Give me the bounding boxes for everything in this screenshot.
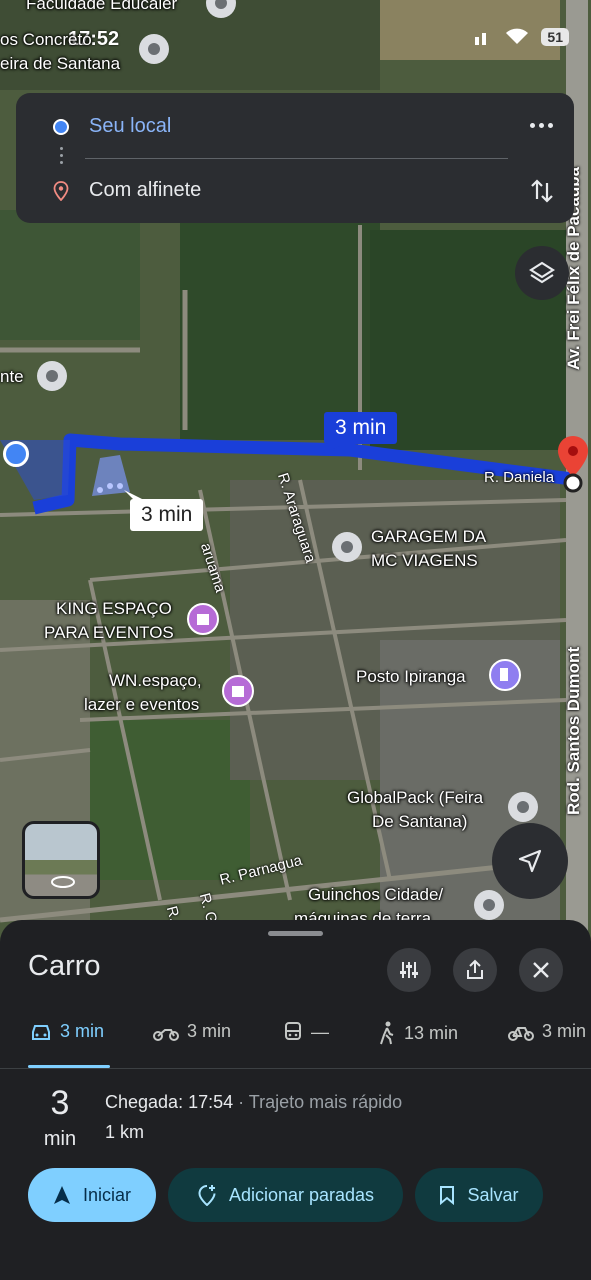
start-label: Iniciar: [82, 1184, 131, 1205]
tab-label: 13 min: [404, 1022, 459, 1043]
origin-field[interactable]: Seu local: [89, 115, 171, 138]
swap-vertical-icon: [531, 179, 553, 203]
place-label[interactable]: MC VIAGENS: [371, 551, 478, 570]
place-label[interactable]: Guinchos Cidade/: [308, 885, 443, 904]
route-distance: 1 km: [105, 1122, 145, 1142]
save-button[interactable]: Salvar: [415, 1168, 543, 1222]
route-connector-dots: [60, 147, 63, 164]
wifi-icon: [506, 28, 529, 44]
directions-sheet: Carro 3 min 3 min — 13 min 3 min 3 min C…: [0, 920, 591, 1280]
destination-pin-outline-icon: [53, 180, 69, 201]
place-label[interactable]: eira de Santana: [0, 54, 120, 73]
share-icon: [467, 959, 483, 979]
place-label[interactable]: Faculdade Educaler: [26, 0, 177, 13]
rotate-360-icon: [51, 876, 75, 888]
place-label[interactable]: KING ESPAÇO: [56, 599, 172, 618]
close-icon: [533, 962, 549, 978]
street-view-thumbnail[interactable]: [22, 821, 100, 899]
street-label: Rod. Santos Dumont: [564, 646, 583, 815]
place-label[interactable]: os Concreto: [0, 30, 92, 49]
duration-unit: min: [43, 1128, 77, 1150]
route-time-bubble[interactable]: 3 min: [324, 412, 398, 444]
signal-icon: [475, 33, 487, 45]
bike-icon: [508, 1026, 534, 1041]
swap-directions-button[interactable]: [528, 177, 556, 205]
place-pin-icon[interactable]: [330, 530, 364, 564]
tab-transit[interactable]: —: [283, 1021, 329, 1043]
street-label: R. Daniela: [484, 469, 555, 486]
walk-icon: [380, 1021, 394, 1045]
place-label[interactable]: Posto Ipiranga: [356, 667, 466, 686]
place-pin-icon[interactable]: [472, 888, 506, 922]
route-descriptor: · Trajeto mais rápido: [233, 1092, 403, 1112]
place-pin-icon[interactable]: [35, 359, 69, 393]
alt-route-time-bubble[interactable]: 3 min: [130, 499, 204, 531]
arrival-time: Chegada: 17:54: [105, 1092, 234, 1112]
tab-label: 3 min: [542, 1021, 587, 1041]
route-options-button[interactable]: [387, 948, 431, 992]
travel-mode-tabs: 3 min 3 min — 13 min 3 min: [0, 1015, 591, 1067]
more-dots-icon: [547, 122, 553, 128]
more-dots-icon: [538, 122, 544, 128]
tune-icon: [400, 962, 418, 978]
share-button[interactable]: [453, 948, 497, 992]
add-stops-button[interactable]: Adicionar paradas: [168, 1168, 403, 1222]
more-options-button[interactable]: [526, 113, 556, 137]
status-icons: 51: [473, 28, 569, 46]
layers-icon: [529, 261, 555, 284]
divider: [85, 158, 508, 159]
close-button[interactable]: [519, 948, 563, 992]
tab-label: —: [311, 1021, 329, 1042]
more-dots-icon: [529, 122, 535, 128]
navigation-arrow-icon: [53, 1186, 70, 1204]
duration-value: 3: [50, 1084, 70, 1122]
place-label[interactable]: WN.espaço,: [109, 671, 202, 690]
place-label[interactable]: PARA EVENTOS: [44, 623, 174, 642]
place-label[interactable]: De Santana): [372, 812, 467, 831]
origin-dot-icon: [53, 118, 69, 135]
route-search-card: Seu local Com alfinete: [16, 93, 574, 223]
navigation-arrow-icon: [518, 849, 542, 873]
tab-motorcycle[interactable]: 3 min: [153, 1021, 231, 1042]
add-stops-label: Adicionar paradas: [228, 1184, 375, 1205]
save-label: Salvar: [467, 1184, 519, 1205]
place-pin-icon[interactable]: [506, 790, 540, 824]
place-label[interactable]: lazer e eventos: [84, 695, 199, 714]
divider: [0, 1068, 591, 1069]
event-venue-icon[interactable]: [221, 674, 255, 708]
place-pin-icon[interactable]: [204, 0, 238, 20]
tab-label: 3 min: [60, 1021, 105, 1041]
current-location-dot: [3, 441, 29, 467]
place-pin-icon[interactable]: [137, 32, 171, 66]
origin-row[interactable]: Seu local: [53, 115, 171, 138]
tab-walk[interactable]: 13 min: [378, 1021, 458, 1045]
sheet-drag-handle[interactable]: [268, 931, 323, 936]
motorcycle-icon: [153, 1028, 179, 1041]
layers-button[interactable]: [515, 246, 569, 300]
tab-car[interactable]: 3 min: [30, 1021, 104, 1042]
gas-station-icon[interactable]: [488, 658, 522, 692]
destination-pin-icon[interactable]: [556, 435, 590, 495]
destination-field[interactable]: Com alfinete: [89, 179, 201, 202]
tab-label: 3 min: [187, 1021, 232, 1041]
add-location-icon: [198, 1185, 216, 1206]
travel-mode-title: Carro: [28, 950, 101, 982]
place-label[interactable]: GlobalPack (Feira: [347, 788, 483, 807]
transit-icon: [285, 1022, 301, 1040]
destination-row[interactable]: Com alfinete: [53, 179, 201, 202]
car-icon: [32, 1024, 50, 1040]
battery-indicator: 51: [541, 28, 569, 46]
place-label[interactable]: GARAGEM DA: [371, 527, 486, 546]
arrival-info: Chegada: 17:54 · Trajeto mais rápido: [105, 1092, 402, 1113]
place-label[interactable]: nte: [0, 367, 24, 386]
bookmark-icon: [440, 1186, 455, 1205]
event-venue-icon[interactable]: [186, 602, 220, 636]
tab-bike[interactable]: 3 min: [508, 1021, 586, 1042]
recenter-button[interactable]: [492, 823, 568, 899]
start-button[interactable]: Iniciar: [28, 1168, 156, 1222]
